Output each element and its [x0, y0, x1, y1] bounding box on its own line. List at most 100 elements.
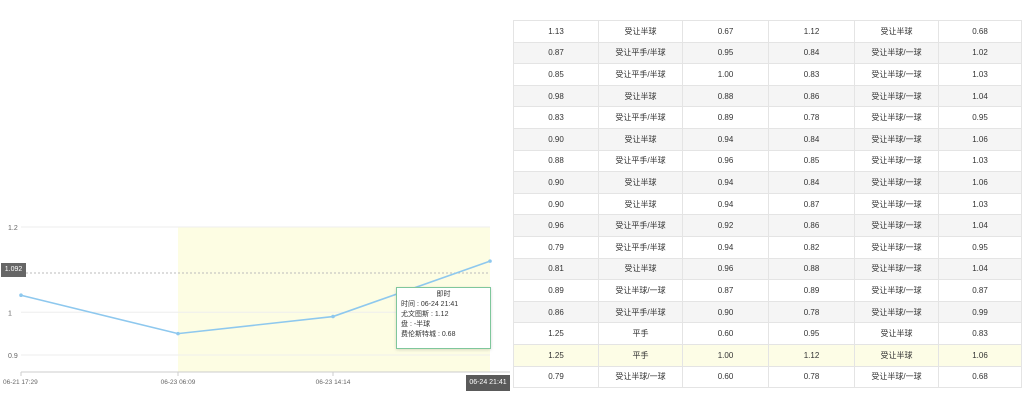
table-row: 0.90 受让半球 0.94 0.84 受让半球/一球 1.06 — [513, 127, 1022, 151]
cell-home-odds: 0.79 — [513, 235, 599, 259]
cell-handicap-now: 受让半球/一球 — [854, 279, 939, 302]
cell-handicap: 平手 — [598, 343, 683, 367]
tooltip-handicap: 盘 : -半球 — [401, 321, 431, 328]
cell-away-odds-now: 0.87 — [938, 279, 1022, 302]
cell-home-odds: 1.25 — [513, 343, 599, 367]
table-row: 1.25 平手 1.00 1.12 受让半球 1.06 — [513, 343, 1022, 367]
cell-handicap: 受让半球 — [598, 84, 683, 108]
table-row: 0.98 受让半球 0.88 0.86 受让半球/一球 1.04 — [513, 84, 1022, 108]
cell-home-odds-now: 0.78 — [768, 365, 855, 389]
cell-handicap-now: 受让半球/一球 — [854, 63, 939, 86]
cell-handicap-now: 受让半球/一球 — [854, 257, 939, 281]
cell-away-odds: 0.92 — [682, 214, 769, 237]
cell-home-odds-now: 0.84 — [768, 171, 855, 194]
table-row: 1.13 受让半球 0.67 1.12 受让半球 0.68 — [513, 20, 1022, 43]
tooltip-time: 时间 : 06-24 21:41 — [401, 301, 459, 308]
cell-home-odds: 0.96 — [513, 214, 599, 237]
cell-home-odds: 0.87 — [513, 41, 599, 65]
cell-away-odds: 1.00 — [682, 343, 769, 367]
cell-home-odds: 0.98 — [513, 84, 599, 108]
cell-handicap: 受让半球 — [598, 192, 683, 216]
cell-home-odds: 1.25 — [513, 322, 599, 345]
y-tick-label: 0.9 — [8, 353, 18, 360]
tooltip-away-odds: 费伦斯特城 : 0.68 — [401, 331, 456, 338]
tooltip-home-odds: 尤文图斯 : 1.12 — [401, 311, 449, 318]
cell-away-odds-now: 0.99 — [938, 300, 1022, 324]
cell-away-odds-now: 1.04 — [938, 84, 1022, 108]
cell-away-odds-now: 0.95 — [938, 106, 1022, 129]
cell-away-odds-now: 1.04 — [938, 214, 1022, 237]
cell-away-odds: 0.67 — [682, 20, 769, 43]
table-row: 0.83 受让平手/半球 0.89 0.78 受让半球/一球 0.95 — [513, 106, 1022, 129]
cell-handicap-now: 受让半球/一球 — [854, 41, 939, 65]
cell-handicap-now: 受让半球/一球 — [854, 365, 939, 389]
cell-away-odds-now: 1.04 — [938, 257, 1022, 281]
cell-handicap-now: 受让半球/一球 — [854, 84, 939, 108]
cell-handicap-now: 受让半球/一球 — [854, 235, 939, 259]
cell-home-odds: 0.90 — [513, 192, 599, 216]
cell-handicap-now: 受让半球/一球 — [854, 214, 939, 237]
cell-handicap-now: 受让半球/一球 — [854, 192, 939, 216]
cell-away-odds: 0.96 — [682, 149, 769, 173]
cell-handicap-now: 受让半球/一球 — [854, 300, 939, 324]
cell-away-odds-now: 1.02 — [938, 41, 1022, 65]
x-highlight-tag: 06-24 21:41 — [466, 375, 510, 391]
cell-handicap-now: 受让半球/一球 — [854, 171, 939, 194]
cell-handicap-now: 受让半球 — [854, 343, 939, 367]
cell-away-odds: 0.87 — [682, 279, 769, 302]
odds-table: 1.13 受让半球 0.67 1.12 受让半球 0.68 0.87 受让平手/半球 0.95 0… — [513, 20, 1022, 389]
cell-away-odds-now: 1.06 — [938, 343, 1022, 367]
cell-handicap: 受让半球 — [598, 257, 683, 281]
cell-handicap: 受让平手/半球 — [598, 214, 683, 237]
table-row: 0.89 受让半球/一球 0.87 0.89 受让半球/一球 0.87 — [513, 279, 1022, 302]
cell-handicap-now: 受让半球/一球 — [854, 127, 939, 151]
data-point — [19, 293, 23, 298]
cell-handicap: 受让半球/一球 — [598, 279, 683, 302]
cell-handicap-now: 受让半球/一球 — [854, 106, 939, 129]
table-row: 0.88 受让平手/半球 0.96 0.85 受让半球/一球 1.03 — [513, 149, 1022, 173]
cell-home-odds: 0.85 — [513, 63, 599, 86]
cell-handicap: 受让半球 — [598, 127, 683, 151]
table-row: 0.87 受让平手/半球 0.95 0.84 受让半球/一球 1.02 — [513, 41, 1022, 65]
cell-away-odds: 0.94 — [682, 171, 769, 194]
cell-handicap: 受让半球 — [598, 20, 683, 43]
table-row: 0.96 受让平手/半球 0.92 0.86 受让半球/一球 1.04 — [513, 214, 1022, 237]
cell-away-odds: 1.00 — [682, 63, 769, 86]
table-row: 0.90 受让半球 0.94 0.84 受让半球/一球 1.06 — [513, 171, 1022, 194]
cell-away-odds-now: 0.68 — [938, 20, 1022, 43]
x-tick-label: 06-23 14:14 — [316, 379, 351, 386]
cell-away-odds-now: 1.06 — [938, 127, 1022, 151]
table-row: 0.79 受让半球/一球 0.60 0.78 受让半球/一球 0.68 — [513, 365, 1022, 389]
cell-away-odds: 0.95 — [682, 41, 769, 65]
cell-handicap: 受让平手/半球 — [598, 149, 683, 173]
cell-home-odds-now: 0.95 — [768, 322, 855, 345]
cell-handicap-now: 受让半球 — [854, 322, 939, 345]
cell-home-odds-now: 0.88 — [768, 257, 855, 281]
cell-handicap: 受让平手/半球 — [598, 63, 683, 86]
cell-away-odds: 0.60 — [682, 365, 769, 389]
cell-away-odds-now: 1.03 — [938, 149, 1022, 173]
reference-value-tag: 1.092 — [1, 263, 26, 277]
cell-home-odds-now: 0.78 — [768, 106, 855, 129]
cell-home-odds-now: 1.12 — [768, 20, 855, 43]
cell-home-odds-now: 0.89 — [768, 279, 855, 302]
table-row: 0.81 受让半球 0.96 0.88 受让半球/一球 1.04 — [513, 257, 1022, 281]
data-point — [488, 259, 492, 263]
x-tick-label: 06-21 17:29 — [3, 379, 38, 386]
table-row: 1.25 平手 0.60 0.95 受让半球 0.83 — [513, 322, 1022, 345]
cell-handicap-now: 受让半球 — [854, 20, 939, 43]
table-row: 0.90 受让半球 0.94 0.87 受让半球/一球 1.03 — [513, 192, 1022, 216]
cell-away-odds-now: 0.95 — [938, 235, 1022, 259]
chart-canvas: 1.2 1 0.9 06-21 17:29 06-23 06:09 06-23 14:14 — [3, 225, 510, 386]
y-tick-label: 1.2 — [8, 225, 18, 232]
data-point — [176, 331, 180, 336]
cell-home-odds-now: 0.82 — [768, 235, 855, 259]
cell-handicap: 受让平手/半球 — [598, 41, 683, 65]
cell-away-odds: 0.96 — [682, 257, 769, 281]
cell-handicap: 受让平手/半球 — [598, 300, 683, 324]
cell-handicap: 受让半球/一球 — [598, 365, 683, 389]
cell-away-odds: 0.94 — [682, 127, 769, 151]
cell-handicap: 平手 — [598, 322, 683, 345]
cell-home-odds: 0.89 — [513, 279, 599, 302]
table-row: 0.85 受让平手/半球 1.00 0.83 受让半球/一球 1.03 — [513, 63, 1022, 86]
